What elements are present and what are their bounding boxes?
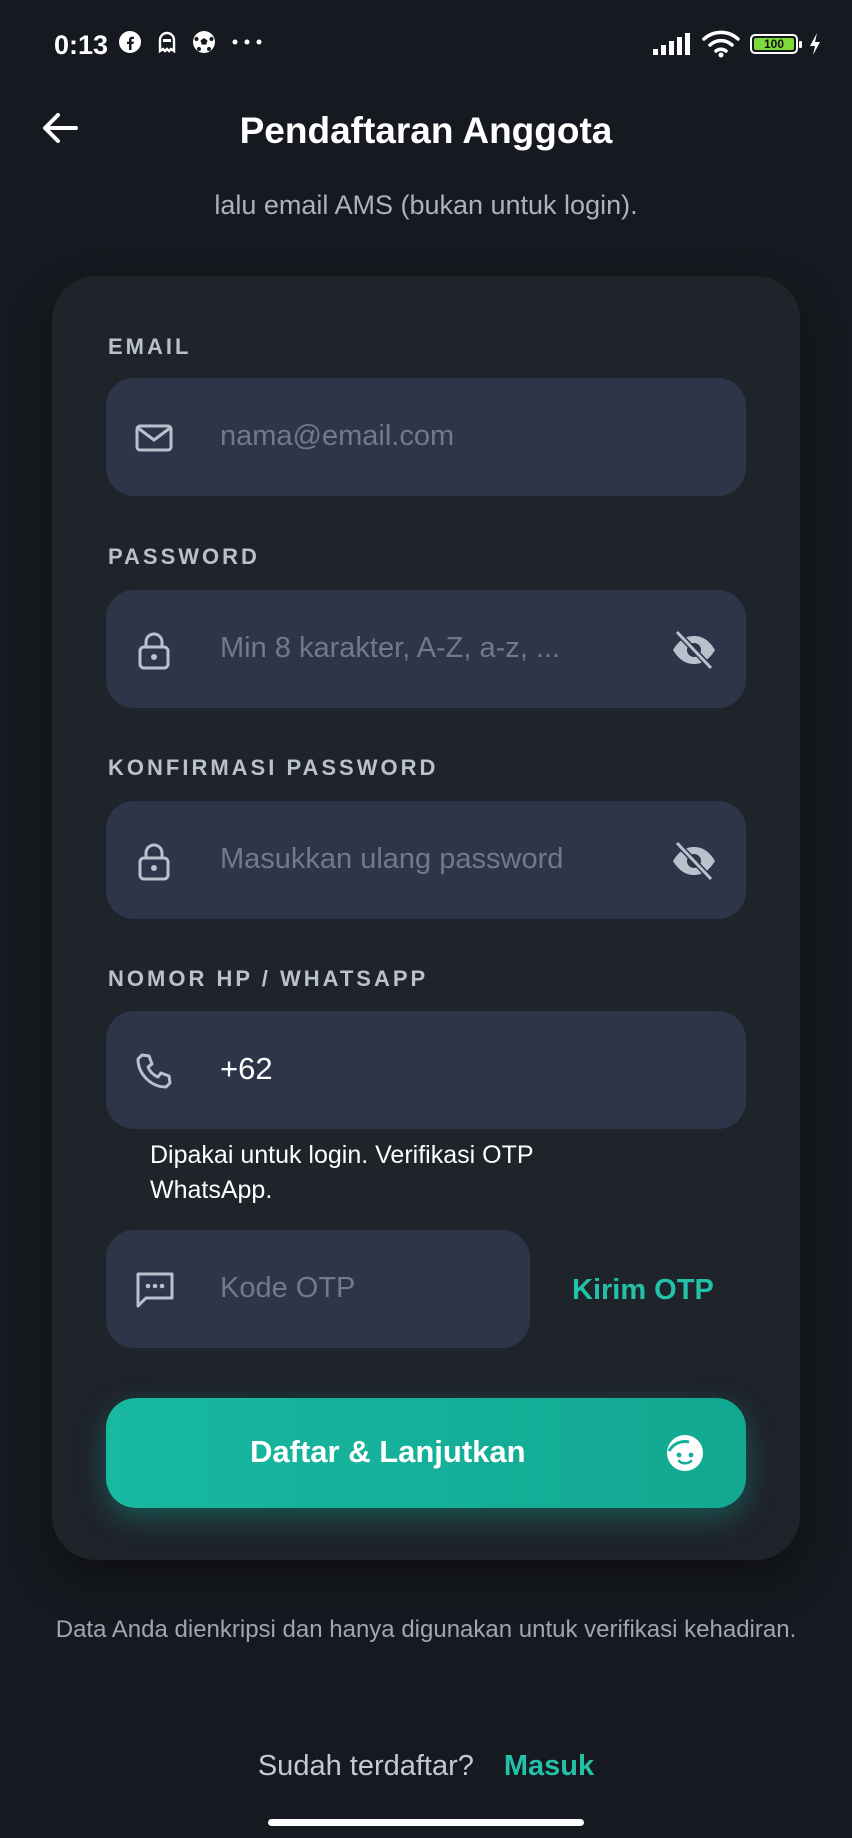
- login-link[interactable]: Masuk: [504, 1750, 594, 1782]
- page-subtitle: lalu email AMS (bukan untuk login).: [214, 190, 638, 220]
- more-icon: [232, 39, 262, 45]
- facebook-icon: [119, 31, 141, 53]
- message-icon: [136, 1272, 174, 1308]
- lock-icon: [138, 632, 170, 670]
- email-field[interactable]: nama@email.com: [106, 378, 746, 496]
- phone-label: NOMOR HP / WHATSAPP: [108, 966, 429, 991]
- phone-field[interactable]: +62: [106, 1011, 746, 1129]
- password-label: PASSWORD: [108, 544, 260, 569]
- lock-icon: [138, 843, 170, 881]
- email-placeholder: nama@email.com: [220, 420, 455, 452]
- page-title: Pendaftaran Anggota: [239, 110, 613, 151]
- register-button[interactable]: Daftar & Lanjutkan: [106, 1398, 746, 1508]
- eye-off-icon[interactable]: [670, 628, 718, 672]
- app-header: Pendaftaran Anggota: [0, 92, 852, 162]
- charging-icon: [810, 33, 820, 55]
- phone-icon: [136, 1053, 172, 1089]
- confirm-password-field[interactable]: Masukkan ulang password: [106, 801, 746, 919]
- confirm-password-placeholder: Masukkan ulang password: [220, 843, 564, 875]
- wifi-icon: [702, 30, 740, 58]
- password-field[interactable]: Min 8 karakter, A-Z, a-z, ...: [106, 590, 746, 708]
- otp-placeholder: Kode OTP: [220, 1272, 356, 1304]
- signin-row: Sudah terdaftar? Masuk: [0, 1750, 852, 1783]
- register-button-label: Daftar & Lanjutkan: [250, 1434, 526, 1469]
- mail-icon: [135, 424, 173, 452]
- eye-off-icon[interactable]: [670, 839, 718, 883]
- password-placeholder: Min 8 karakter, A-Z, a-z, ...: [220, 632, 561, 664]
- signal-icon: [653, 33, 690, 55]
- phone-hint: Dipakai untuk login. Verifikasi OTP What…: [150, 1141, 534, 1204]
- status-right-icons: 100: [652, 30, 822, 58]
- soccer-ball-icon: [193, 31, 215, 53]
- confirm-password-label: KONFIRMASI PASSWORD: [108, 755, 439, 780]
- privacy-note: Data Anda dienkripsi dan hanya digunakan…: [55, 1616, 797, 1643]
- status-time: 0:13: [54, 30, 109, 60]
- send-otp-button[interactable]: Kirim OTP: [572, 1274, 714, 1307]
- email-label: EMAIL: [108, 334, 192, 359]
- battery-level: 100: [754, 37, 794, 51]
- home-indicator[interactable]: [268, 1819, 584, 1826]
- phone-value: +62: [220, 1051, 273, 1086]
- ghost-icon: [158, 31, 176, 54]
- status-left-icons: [118, 30, 264, 54]
- otp-field[interactable]: Kode OTP: [106, 1230, 530, 1348]
- signin-question: Sudah terdaftar?: [257, 1750, 474, 1782]
- status-bar: 0:13 100: [0, 0, 852, 90]
- battery-icon: 100: [750, 34, 802, 54]
- smile-icon: [667, 1435, 703, 1471]
